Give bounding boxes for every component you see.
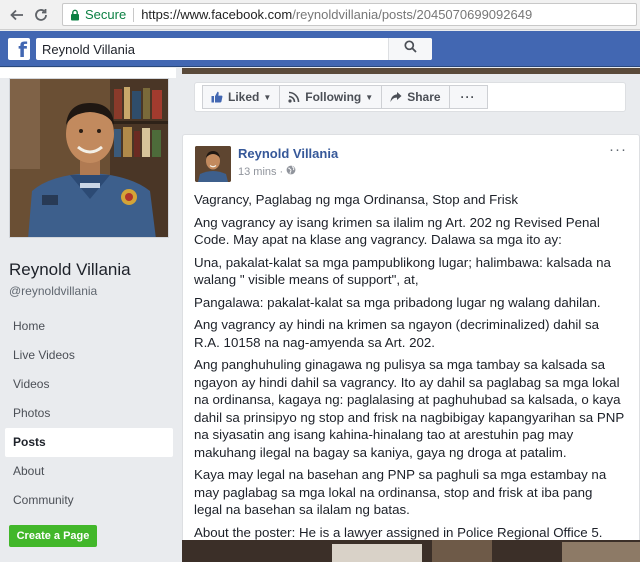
nav-item-photos[interactable]: Photos — [5, 399, 173, 428]
post-author[interactable]: Reynold Villania — [238, 146, 338, 161]
page-name[interactable]: Reynold Villania — [9, 260, 131, 280]
profile-picture[interactable] — [9, 78, 169, 238]
cover-edge — [0, 68, 176, 78]
share-button[interactable]: Share — [382, 85, 450, 109]
more-actions-button[interactable]: ··· — [449, 85, 488, 109]
author-avatar[interactable] — [195, 146, 231, 182]
action-buttons: Liked ▼ Following ▼ Share ··· — [202, 85, 488, 109]
following-button[interactable]: Following ▼ — [280, 85, 383, 109]
page-sidebar: Reynold Villania @reynoldvillania Home L… — [0, 68, 176, 562]
post-body: Vagrancy, Paglabag ng mga Ordinansa, Sto… — [194, 191, 624, 546]
following-label: Following — [305, 90, 362, 104]
page-handle[interactable]: @reynoldvillania — [9, 284, 97, 298]
post-meta: 13 mins · — [238, 165, 296, 178]
rss-icon — [288, 91, 300, 103]
nav-item-live-videos[interactable]: Live Videos — [5, 341, 173, 370]
globe-icon — [286, 165, 296, 178]
share-arrow-icon — [390, 91, 402, 103]
create-page-button[interactable]: Create a Page — [9, 525, 97, 547]
caret-down-icon: ▼ — [263, 92, 272, 102]
post-paragraph: About the poster: He is a lawyer assigne… — [194, 524, 603, 540]
url-path: /reynoldvillania/posts/2045070699092649 — [292, 7, 533, 22]
post-paragraph: Ang vagrancy ay isang krimen sa ilalim n… — [194, 214, 600, 248]
post-photo[interactable] — [182, 540, 640, 562]
main-column: Liked ▼ Following ▼ Share ··· Reynold Vi… — [182, 68, 640, 562]
caret-down-icon: ▼ — [365, 92, 374, 102]
facebook-header: f — [0, 31, 640, 67]
post-options-button[interactable]: ··· — [609, 141, 627, 158]
meta-separator: · — [279, 165, 284, 178]
nav-item-videos[interactable]: Videos — [5, 370, 173, 399]
post-paragraph: Pangalawa: pakalat-kalat sa mga pribadon… — [194, 294, 601, 310]
thumbs-up-icon — [211, 91, 223, 103]
page-action-bar: Liked ▼ Following ▼ Share ··· — [194, 82, 626, 112]
browser-toolbar: Secure https://www.facebook.com/reynoldv… — [0, 0, 640, 30]
nav-item-about[interactable]: About — [5, 457, 173, 486]
search-button[interactable] — [388, 38, 432, 60]
lock-icon — [69, 9, 81, 21]
post-timestamp[interactable]: 13 mins — [238, 166, 277, 178]
address-bar[interactable]: Secure https://www.facebook.com/reynoldv… — [62, 3, 637, 26]
page-nav: Home Live Videos Videos Photos Posts Abo… — [5, 312, 173, 515]
nav-item-community[interactable]: Community — [5, 486, 173, 515]
post-paragraph: Ang vagrancy ay hindi na krimen sa ngayo… — [194, 317, 600, 350]
secure-label: Secure — [85, 7, 127, 22]
search-input[interactable] — [36, 38, 376, 60]
post-paragraph: Una, pakalat-kalat sa mga pampublikong l… — [194, 254, 611, 288]
post-paragraph: Kaya may legal na basehan ang PNP sa pag… — [194, 467, 607, 517]
liked-button[interactable]: Liked ▼ — [202, 85, 281, 109]
back-arrow-icon[interactable] — [6, 4, 28, 26]
cover-photo-edge — [182, 68, 640, 74]
search-icon — [404, 40, 417, 58]
nav-item-home[interactable]: Home — [5, 312, 173, 341]
post-card: Reynold Villania 13 mins · ··· Vagrancy,… — [182, 134, 640, 562]
post-paragraph: Vagrancy, Paglabag ng mga Ordinansa, Sto… — [194, 192, 518, 207]
facebook-logo[interactable]: f — [8, 38, 30, 60]
nav-item-posts[interactable]: Posts — [5, 428, 173, 457]
liked-label: Liked — [228, 90, 260, 104]
share-label: Share — [407, 90, 441, 104]
reload-icon[interactable] — [30, 4, 52, 26]
search-box[interactable] — [36, 38, 432, 60]
post-paragraph: Ang panghuhuling ginagawa ng pulisya sa … — [194, 357, 624, 460]
divider — [133, 7, 135, 22]
url-host: https://www.facebook.com — [141, 7, 293, 22]
